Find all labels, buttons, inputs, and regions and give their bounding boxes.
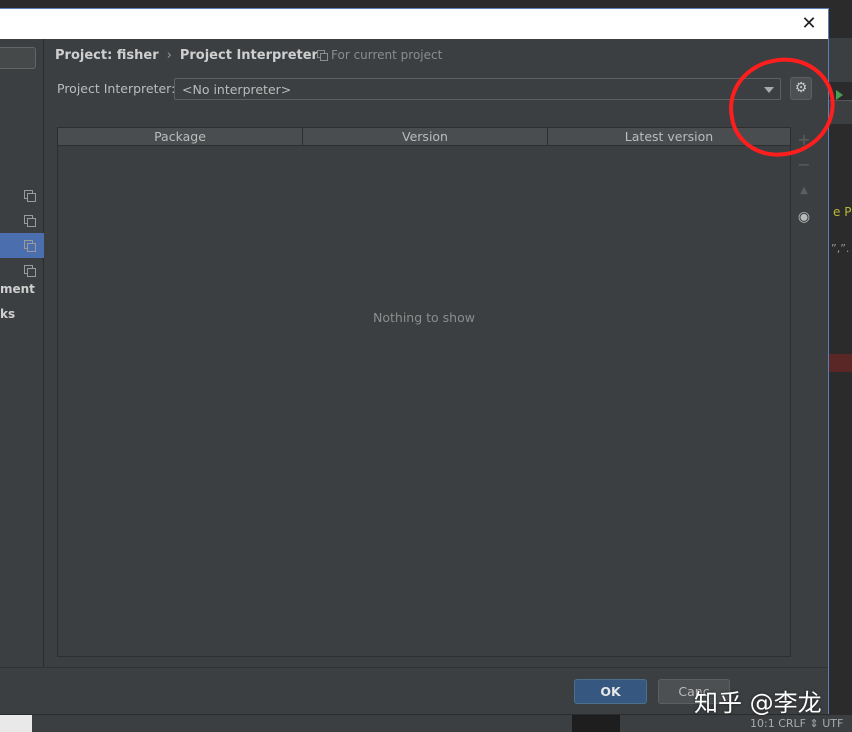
breadcrumb: Project: fisher › Project Interpreter [55,48,318,63]
scope-text: For current project [331,48,443,62]
empty-state-text: Nothing to show [373,310,475,325]
sidebar-item-4[interactable] [0,258,44,283]
watermark: 知乎 @李龙 [694,689,822,717]
gear-icon: ⚙ [794,80,808,96]
copy-icon [317,50,328,61]
remove-package-button[interactable]: − [793,154,815,176]
interpreter-select[interactable]: <No interpreter> [174,78,781,100]
show-early-releases-button[interactable]: ◉ [793,206,815,228]
background-ide: e P ”,”. [829,0,852,732]
background-code-text: ”,”. [831,242,850,255]
interpreter-settings-button[interactable]: ⚙ [790,77,812,100]
breadcrumb-separator: › [166,48,172,63]
sidebar-item-2[interactable] [0,208,44,233]
statusbar-block [0,715,32,732]
upgrade-package-button[interactable]: ▲ [793,180,815,202]
background-toolbar [829,38,852,100]
column-header-version[interactable]: Version [303,128,548,145]
scope-indicator: For current project [317,48,442,62]
statusbar-dark-block [572,715,620,732]
background-editor-tab: e P [829,100,852,219]
copy-icon [24,190,36,202]
packages-table: Package Version Latest version Nothing t… [57,127,791,657]
column-header-package[interactable]: Package [58,128,303,145]
breadcrumb-project: Project: fisher [55,48,159,63]
interpreter-label: Project Interpreter: [57,81,176,96]
add-package-button[interactable]: + [793,129,815,151]
breadcrumb-page: Project Interpreter [179,48,318,63]
sidebar-item-1[interactable] [0,183,44,208]
eye-icon: ◉ [797,209,811,225]
copy-icon [24,265,36,277]
settings-main-pane: Project: fisher › Project Interpreter For … [45,39,828,667]
sidebar-item-tools[interactable]: ks [0,307,15,321]
triangle-up-icon: ▲ [800,185,808,196]
settings-search-input[interactable] [0,47,36,69]
copy-icon [24,240,36,252]
run-icon [836,90,844,100]
table-header: Package Version Latest version [58,128,790,146]
ok-button[interactable]: OK [574,679,647,704]
sidebar-item-project-interpreter[interactable] [0,233,44,258]
dialog-titlebar: ✕ [0,9,828,39]
background-error-line [829,354,852,372]
minus-icon: − [797,155,811,174]
copy-icon [24,215,36,227]
statusbar-text: 10:1 CRLF ⇕ UTF [750,717,844,730]
settings-dialog: ✕ ment ks Project: fisher › Project Interp… [0,8,829,714]
chevron-down-icon [764,87,774,93]
settings-sidebar: ment ks [0,39,44,667]
interpreter-value: <No interpreter> [182,82,292,97]
close-button[interactable]: ✕ [798,13,820,35]
column-header-latest-version[interactable]: Latest version [548,128,790,145]
sidebar-item-deployment[interactable]: ment [0,282,35,296]
package-toolbar: + − ▲ ◉ [793,127,815,657]
background-tab-text: e P [833,205,852,219]
plus-icon: + [797,130,811,149]
